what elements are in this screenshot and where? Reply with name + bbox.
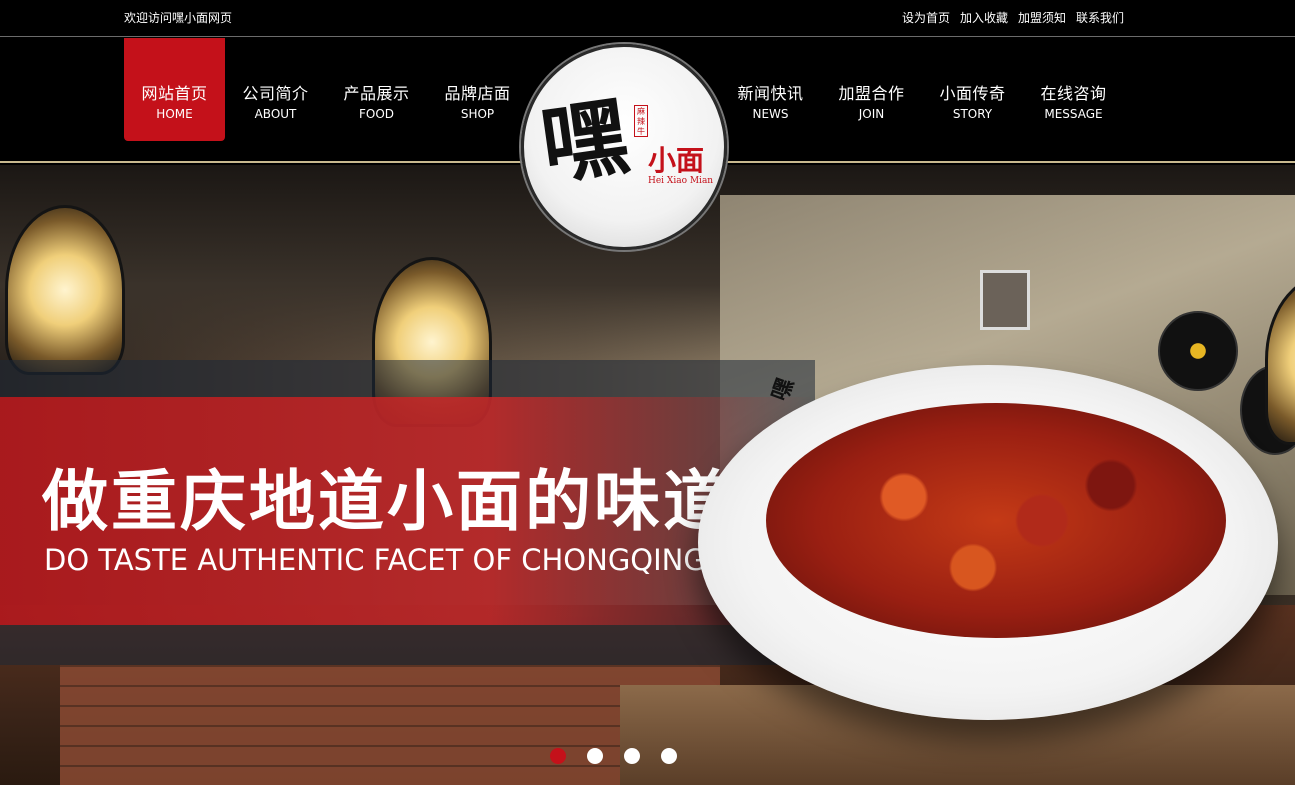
logo-mark: 嘿 (535, 85, 635, 198)
nav-item-about[interactable]: 公司简介 ABOUT (225, 38, 326, 141)
nav-item-label: 产品展示 (343, 84, 410, 103)
top-links: 设为首页 加入收藏 加盟须知 联系我们 (902, 9, 1124, 26)
slide-dot-4[interactable] (661, 748, 677, 764)
nav-item-label: 在线咨询 (1040, 84, 1107, 103)
nav-item-sublabel: HOME (156, 107, 193, 121)
slide-dot-2[interactable] (587, 748, 603, 764)
slide-dot-3[interactable] (624, 748, 640, 764)
hero-slogan-english: DO TASTE AUTHENTIC FACET OF CHONGQING (44, 543, 706, 577)
welcome-text: 欢迎访问嘿小面网页 (124, 11, 233, 25)
franchise-notice-link[interactable]: 加盟须知 (1018, 9, 1066, 26)
nav-item-label: 加盟合作 (838, 84, 905, 103)
hero-banner: 做重庆地道小面的味道 DO TASTE AUTHENTIC FACET OF C… (0, 165, 1295, 785)
top-bar: 欢迎访问嘿小面网页 设为首页 加入收藏 加盟须知 联系我们 (0, 0, 1295, 37)
nav-item-label: 新闻快讯 (737, 84, 804, 103)
nav-item-news[interactable]: 新闻快讯 NEWS (720, 38, 821, 141)
set-homepage-link[interactable]: 设为首页 (902, 9, 950, 26)
nav-item-sublabel: JOIN (858, 107, 885, 121)
nav-item-shop[interactable]: 品牌店面 SHOP (427, 38, 528, 141)
nav-item-message[interactable]: 在线咨询 MESSAGE (1023, 38, 1124, 141)
dish-contents (766, 403, 1226, 638)
nav-item-food[interactable]: 产品展示 FOOD (326, 38, 427, 141)
nav-item-sublabel: MESSAGE (1044, 107, 1103, 121)
nav-item-label: 小面传奇 (939, 84, 1006, 103)
noodle-dish-image: 嘿 (698, 365, 1278, 720)
nav-item-sublabel: NEWS (752, 107, 789, 121)
nav-item-home[interactable]: 网站首页 HOME (124, 38, 225, 141)
nav-item-label: 公司简介 (242, 84, 309, 103)
wall-picture-frame (980, 270, 1030, 330)
contact-us-link[interactable]: 联系我们 (1076, 9, 1124, 26)
nav-item-join[interactable]: 加盟合作 JOIN (821, 38, 922, 141)
brand-logo[interactable]: 嘿 麻辣牛 小面 Hei Xiao Mian (521, 44, 727, 250)
nav-item-sublabel: SHOP (460, 107, 495, 121)
logo-seal: 麻辣牛 (634, 105, 648, 137)
slider-pagination (550, 748, 677, 764)
add-favorite-link[interactable]: 加入收藏 (960, 9, 1008, 26)
logo-english-name: Hei Xiao Mian (648, 176, 714, 186)
pendant-lamp (5, 205, 125, 375)
nav-item-sublabel: FOOD (358, 107, 395, 121)
vinyl-record-icon (1158, 311, 1238, 391)
nav-item-sublabel: ABOUT (254, 107, 297, 121)
slide-dot-1[interactable] (550, 748, 566, 764)
hero-slogan-chinese: 做重庆地道小面的味道 (42, 462, 732, 540)
nav-item-label: 品牌店面 (444, 84, 511, 103)
logo-subtitle: 小面 (648, 144, 705, 177)
nav-item-story[interactable]: 小面传奇 STORY (922, 38, 1023, 141)
nav-item-sublabel: STORY (952, 107, 993, 121)
nav-item-label: 网站首页 (141, 84, 208, 103)
